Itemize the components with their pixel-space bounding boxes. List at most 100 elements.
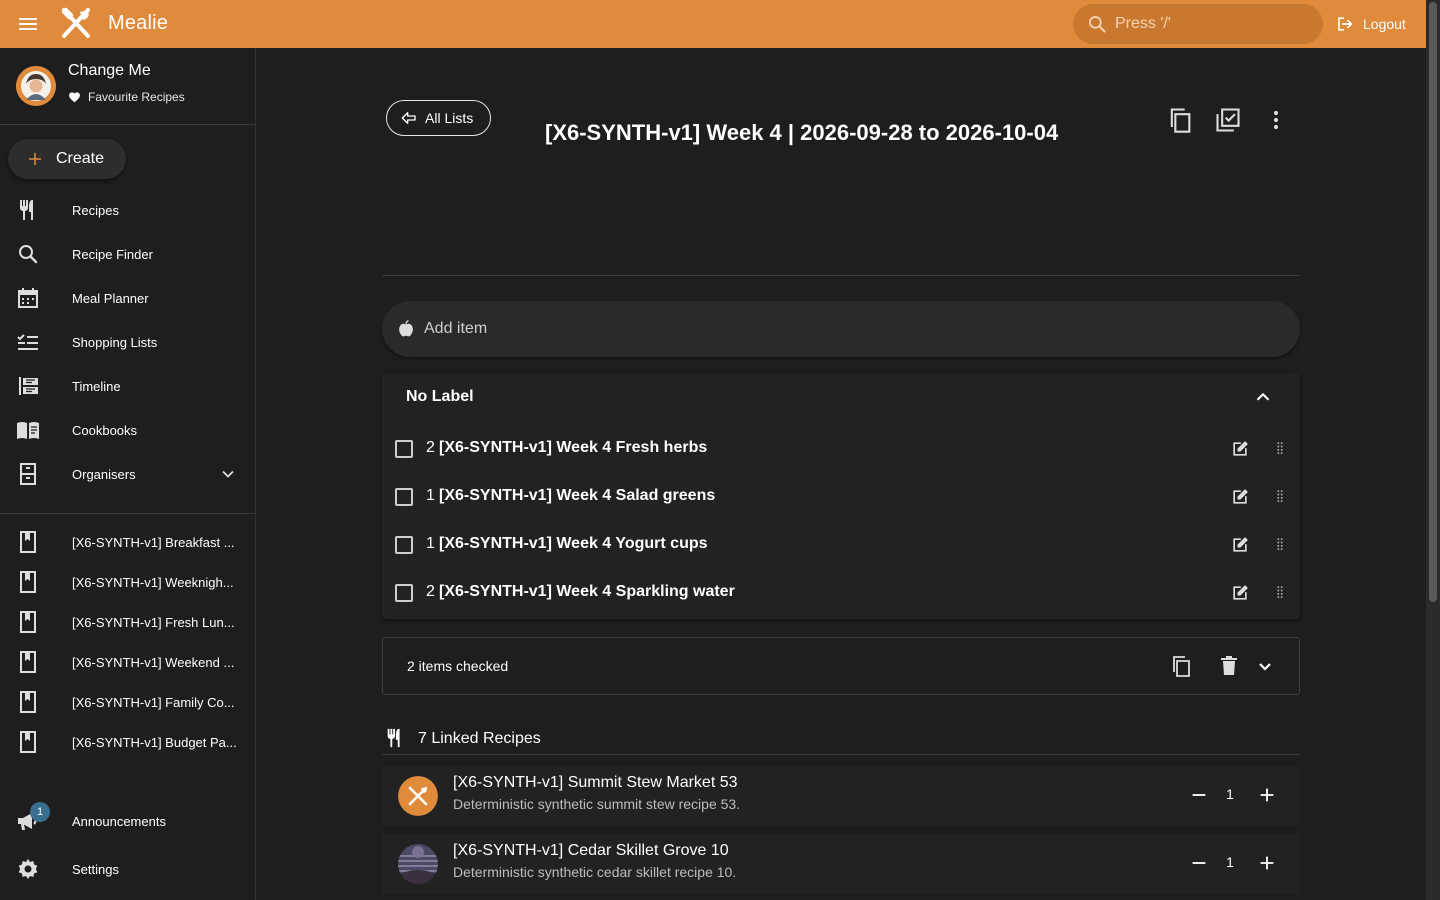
sidebar-item-organisers[interactable]: Organisers xyxy=(0,452,255,496)
drag-handle-icon[interactable] xyxy=(1270,583,1290,603)
sidebar-item-announcements[interactable]: 1 Announcements xyxy=(0,799,255,843)
recipe-quantity: 1 xyxy=(1226,786,1234,802)
user-panel: Change Me Favourite Recipes xyxy=(0,48,255,125)
scrollbar-thumb[interactable] xyxy=(1429,2,1437,602)
recipe-thumbnail xyxy=(398,844,438,884)
avatar[interactable] xyxy=(16,66,56,106)
increase-quantity-button[interactable] xyxy=(1256,784,1278,806)
sidebar-cookbook-item[interactable]: [X6-SYNTH-v1] Breakfast ... xyxy=(0,520,255,564)
edit-icon[interactable] xyxy=(1230,535,1250,555)
favourite-recipes-link[interactable]: Favourite Recipes xyxy=(68,90,185,104)
item-checkbox[interactable] xyxy=(395,440,413,458)
chevron-down-icon[interactable] xyxy=(1253,654,1277,678)
sidebar-cookbook-item[interactable]: [X6-SYNTH-v1] Weeknigh... xyxy=(0,560,255,604)
item-checkbox[interactable] xyxy=(395,584,413,602)
section-divider xyxy=(382,275,1300,276)
recipe-description: Deterministic synthetic cedar skillet re… xyxy=(453,864,737,880)
timeline-icon xyxy=(16,374,40,398)
page-scrollbar[interactable] xyxy=(1426,0,1440,900)
sidebar-item-recipes[interactable]: Recipes xyxy=(0,188,255,232)
recipe-title[interactable]: [X6-SYNTH-v1] Summit Stew Market 53 xyxy=(453,774,738,792)
decrease-quantity-button[interactable] xyxy=(1188,784,1210,806)
label-group-header[interactable]: No Label xyxy=(382,373,1300,421)
checklist-icon xyxy=(16,330,40,354)
user-name[interactable]: Change Me xyxy=(68,62,151,80)
checked-items-panel[interactable]: 2 items checked xyxy=(382,637,1300,695)
sidebar-item-shopping-lists[interactable]: Shopping Lists xyxy=(0,320,255,364)
sidebar-item-label: Organisers xyxy=(72,466,136,482)
cookbook-label: [X6-SYNTH-v1] Fresh Lun... xyxy=(72,614,235,630)
sidebar-item-label: Cookbooks xyxy=(72,422,138,438)
recipe-title[interactable]: [X6-SYNTH-v1] Cedar Skillet Grove 10 xyxy=(453,842,729,860)
check-all-button[interactable] xyxy=(1214,106,1242,134)
logout-button[interactable]: Logout xyxy=(1334,12,1406,36)
app-brand[interactable]: Mealie xyxy=(108,12,168,35)
copy-icon[interactable] xyxy=(1169,654,1193,678)
app-bar: Mealie Logout xyxy=(0,0,1426,48)
sidebar-cookbook-item[interactable]: [X6-SYNTH-v1] Family Co... xyxy=(0,680,255,724)
label-group-card: No Label 2 [X6-SYNTH-v1] Week 4 Fresh he… xyxy=(382,373,1300,619)
search-input[interactable] xyxy=(1115,15,1305,33)
mealie-logo-icon[interactable] xyxy=(58,6,94,42)
menu-icon[interactable] xyxy=(16,12,40,36)
create-label: Create xyxy=(56,150,105,167)
item-name: [X6-SYNTH-v1] Week 4 Salad greens xyxy=(439,487,716,504)
linked-recipe-row[interactable]: [X6-SYNTH-v1] Cedar Skillet Grove 10 Det… xyxy=(382,834,1300,894)
search-box[interactable] xyxy=(1073,4,1323,44)
chevron-up-icon[interactable] xyxy=(1252,386,1274,408)
sidebar-cookbook-item[interactable]: [X6-SYNTH-v1] Weekend ... xyxy=(0,640,255,684)
edit-icon[interactable] xyxy=(1230,439,1250,459)
sidebar-divider xyxy=(0,513,255,514)
create-button[interactable]: Create xyxy=(8,139,126,179)
increase-quantity-button[interactable] xyxy=(1256,852,1278,874)
checked-items-summary: 2 items checked xyxy=(407,658,509,674)
sidebar-item-cookbooks[interactable]: Cookbooks xyxy=(0,408,255,452)
bookmark-book-icon xyxy=(16,610,40,634)
list-item: 1 [X6-SYNTH-v1] Week 4 Yogurt cups xyxy=(382,521,1300,569)
copy-list-button[interactable] xyxy=(1166,106,1194,134)
item-quantity: 2 xyxy=(426,439,435,456)
edit-icon[interactable] xyxy=(1230,487,1250,507)
arrow-left-icon xyxy=(401,112,416,124)
linked-recipe-row[interactable]: [X6-SYNTH-v1] Summit Stew Market 53 Dete… xyxy=(382,766,1300,826)
more-options-button[interactable] xyxy=(1262,106,1290,134)
search-icon xyxy=(1087,14,1107,34)
linked-recipes-label: 7 Linked Recipes xyxy=(418,730,541,747)
item-name: [X6-SYNTH-v1] Week 4 Sparkling water xyxy=(439,583,735,600)
item-quantity: 1 xyxy=(426,535,435,552)
bookmark-book-icon xyxy=(16,530,40,554)
sidebar-cookbook-item[interactable]: [X6-SYNTH-v1] Fresh Lun... xyxy=(0,600,255,644)
recipe-description: Deterministic synthetic summit stew reci… xyxy=(453,796,741,812)
sidebar-item-timeline[interactable]: Timeline xyxy=(0,364,255,408)
edit-icon[interactable] xyxy=(1230,583,1250,603)
sidebar-item-recipe-finder[interactable]: Recipe Finder xyxy=(0,232,255,276)
item-checkbox[interactable] xyxy=(395,488,413,506)
item-name: [X6-SYNTH-v1] Week 4 Fresh herbs xyxy=(439,439,708,456)
book-open-icon xyxy=(16,418,40,442)
sidebar-item-label: Recipe Finder xyxy=(72,246,153,262)
drag-handle-icon[interactable] xyxy=(1270,487,1290,507)
all-lists-button[interactable]: All Lists xyxy=(386,100,491,136)
sidebar-cookbook-item[interactable]: [X6-SYNTH-v1] Budget Pa... xyxy=(0,720,255,764)
add-item-input[interactable] xyxy=(424,320,1224,338)
sidebar-item-label: Meal Planner xyxy=(72,290,149,306)
search-icon xyxy=(16,242,40,266)
drag-handle-icon[interactable] xyxy=(1270,535,1290,555)
heart-icon xyxy=(69,91,80,102)
sidebar-item-meal-planner[interactable]: Meal Planner xyxy=(0,276,255,320)
cookbook-label: [X6-SYNTH-v1] Budget Pa... xyxy=(72,734,237,750)
decrease-quantity-button[interactable] xyxy=(1188,852,1210,874)
item-quantity: 2 xyxy=(426,583,435,600)
cookbook-label: [X6-SYNTH-v1] Breakfast ... xyxy=(72,534,235,550)
sidebar-item-label: Settings xyxy=(72,861,119,877)
fork-knife-icon xyxy=(387,728,400,748)
chevron-down-icon[interactable] xyxy=(218,464,238,484)
trash-icon[interactable] xyxy=(1217,654,1241,678)
list-item: 2 [X6-SYNTH-v1] Week 4 Sparkling water xyxy=(382,569,1300,617)
drag-handle-icon[interactable] xyxy=(1270,439,1290,459)
plus-icon xyxy=(29,153,41,165)
item-checkbox[interactable] xyxy=(395,536,413,554)
sidebar-item-settings[interactable]: Settings xyxy=(0,847,255,891)
sidebar-item-label: Shopping Lists xyxy=(72,334,158,350)
add-item-field[interactable] xyxy=(382,301,1300,357)
